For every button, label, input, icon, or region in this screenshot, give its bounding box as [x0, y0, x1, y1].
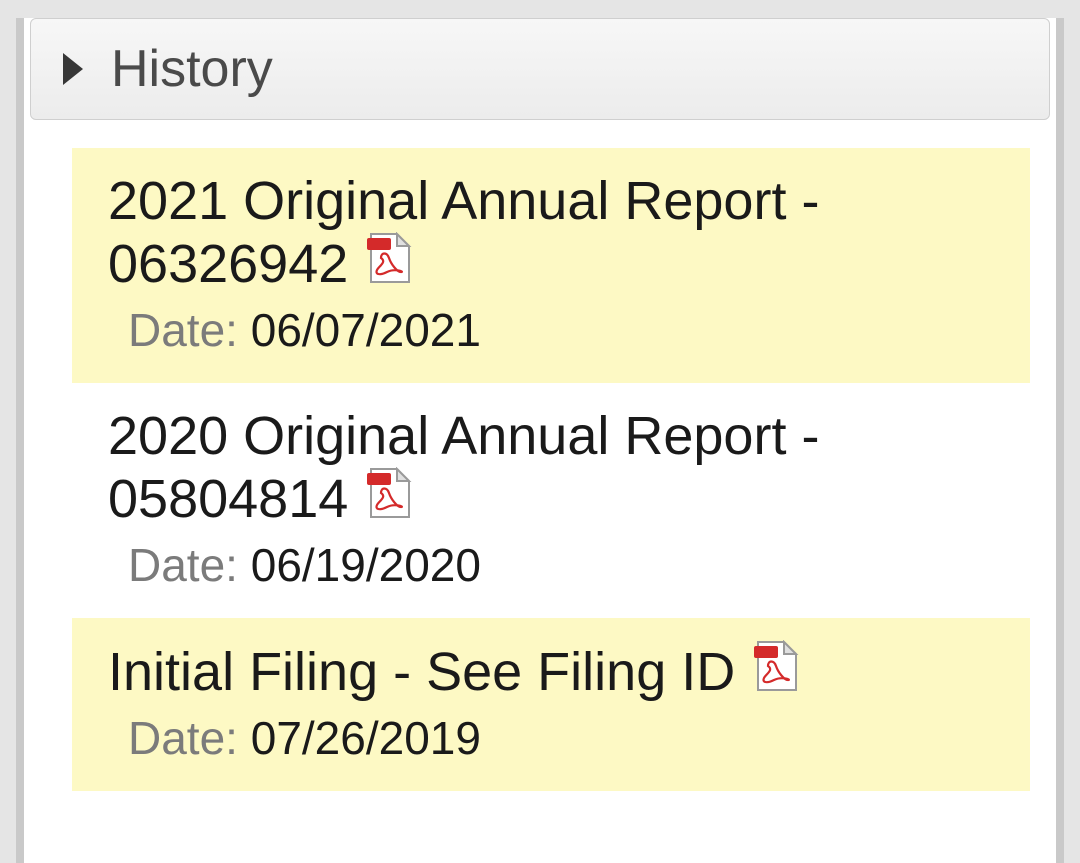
date-label: Date:: [128, 712, 238, 764]
pdf-icon[interactable]: [367, 467, 413, 532]
pdf-icon[interactable]: [754, 640, 800, 705]
date-label: Date:: [128, 304, 238, 356]
item-title-text: Initial Filing - See Filing ID: [108, 642, 735, 702]
filing-link[interactable]: 2021 Original Annual Report - 06326942: [108, 171, 819, 294]
item-title-row: 2021 Original Annual Report - 06326942: [108, 170, 1002, 297]
item-title-row: 2020 Original Annual Report - 05804814: [108, 405, 1002, 532]
list-item: 2020 Original Annual Report - 05804814 D…: [72, 383, 1030, 618]
accordion-title: History: [111, 39, 273, 99]
date-value: 06/19/2020: [251, 539, 481, 591]
date-value: 07/26/2019: [251, 712, 481, 764]
item-title-text: 2020 Original Annual Report - 05804814: [108, 406, 819, 529]
date-value: 06/07/2021: [251, 304, 481, 356]
history-list: 2021 Original Annual Report - 06326942 D…: [72, 148, 1030, 791]
content-frame: History 2021 Original Annual Report - 06…: [16, 18, 1064, 863]
item-date-row: Date: 06/19/2020: [108, 538, 1002, 592]
date-label: Date:: [128, 539, 238, 591]
list-item: 2021 Original Annual Report - 06326942 D…: [72, 148, 1030, 383]
list-item: Initial Filing - See Filing ID Date: 07/…: [72, 618, 1030, 791]
chevron-right-icon: [59, 51, 87, 87]
item-date-row: Date: 06/07/2021: [108, 303, 1002, 357]
item-title-text: 2021 Original Annual Report - 06326942: [108, 171, 819, 294]
filing-link[interactable]: 2020 Original Annual Report - 05804814: [108, 406, 819, 529]
history-accordion-header[interactable]: History: [30, 18, 1050, 120]
item-title-row: Initial Filing - See Filing ID: [108, 640, 1002, 705]
filing-link[interactable]: Initial Filing - See Filing ID: [108, 642, 735, 702]
pdf-icon[interactable]: [367, 232, 413, 297]
item-date-row: Date: 07/26/2019: [108, 711, 1002, 765]
